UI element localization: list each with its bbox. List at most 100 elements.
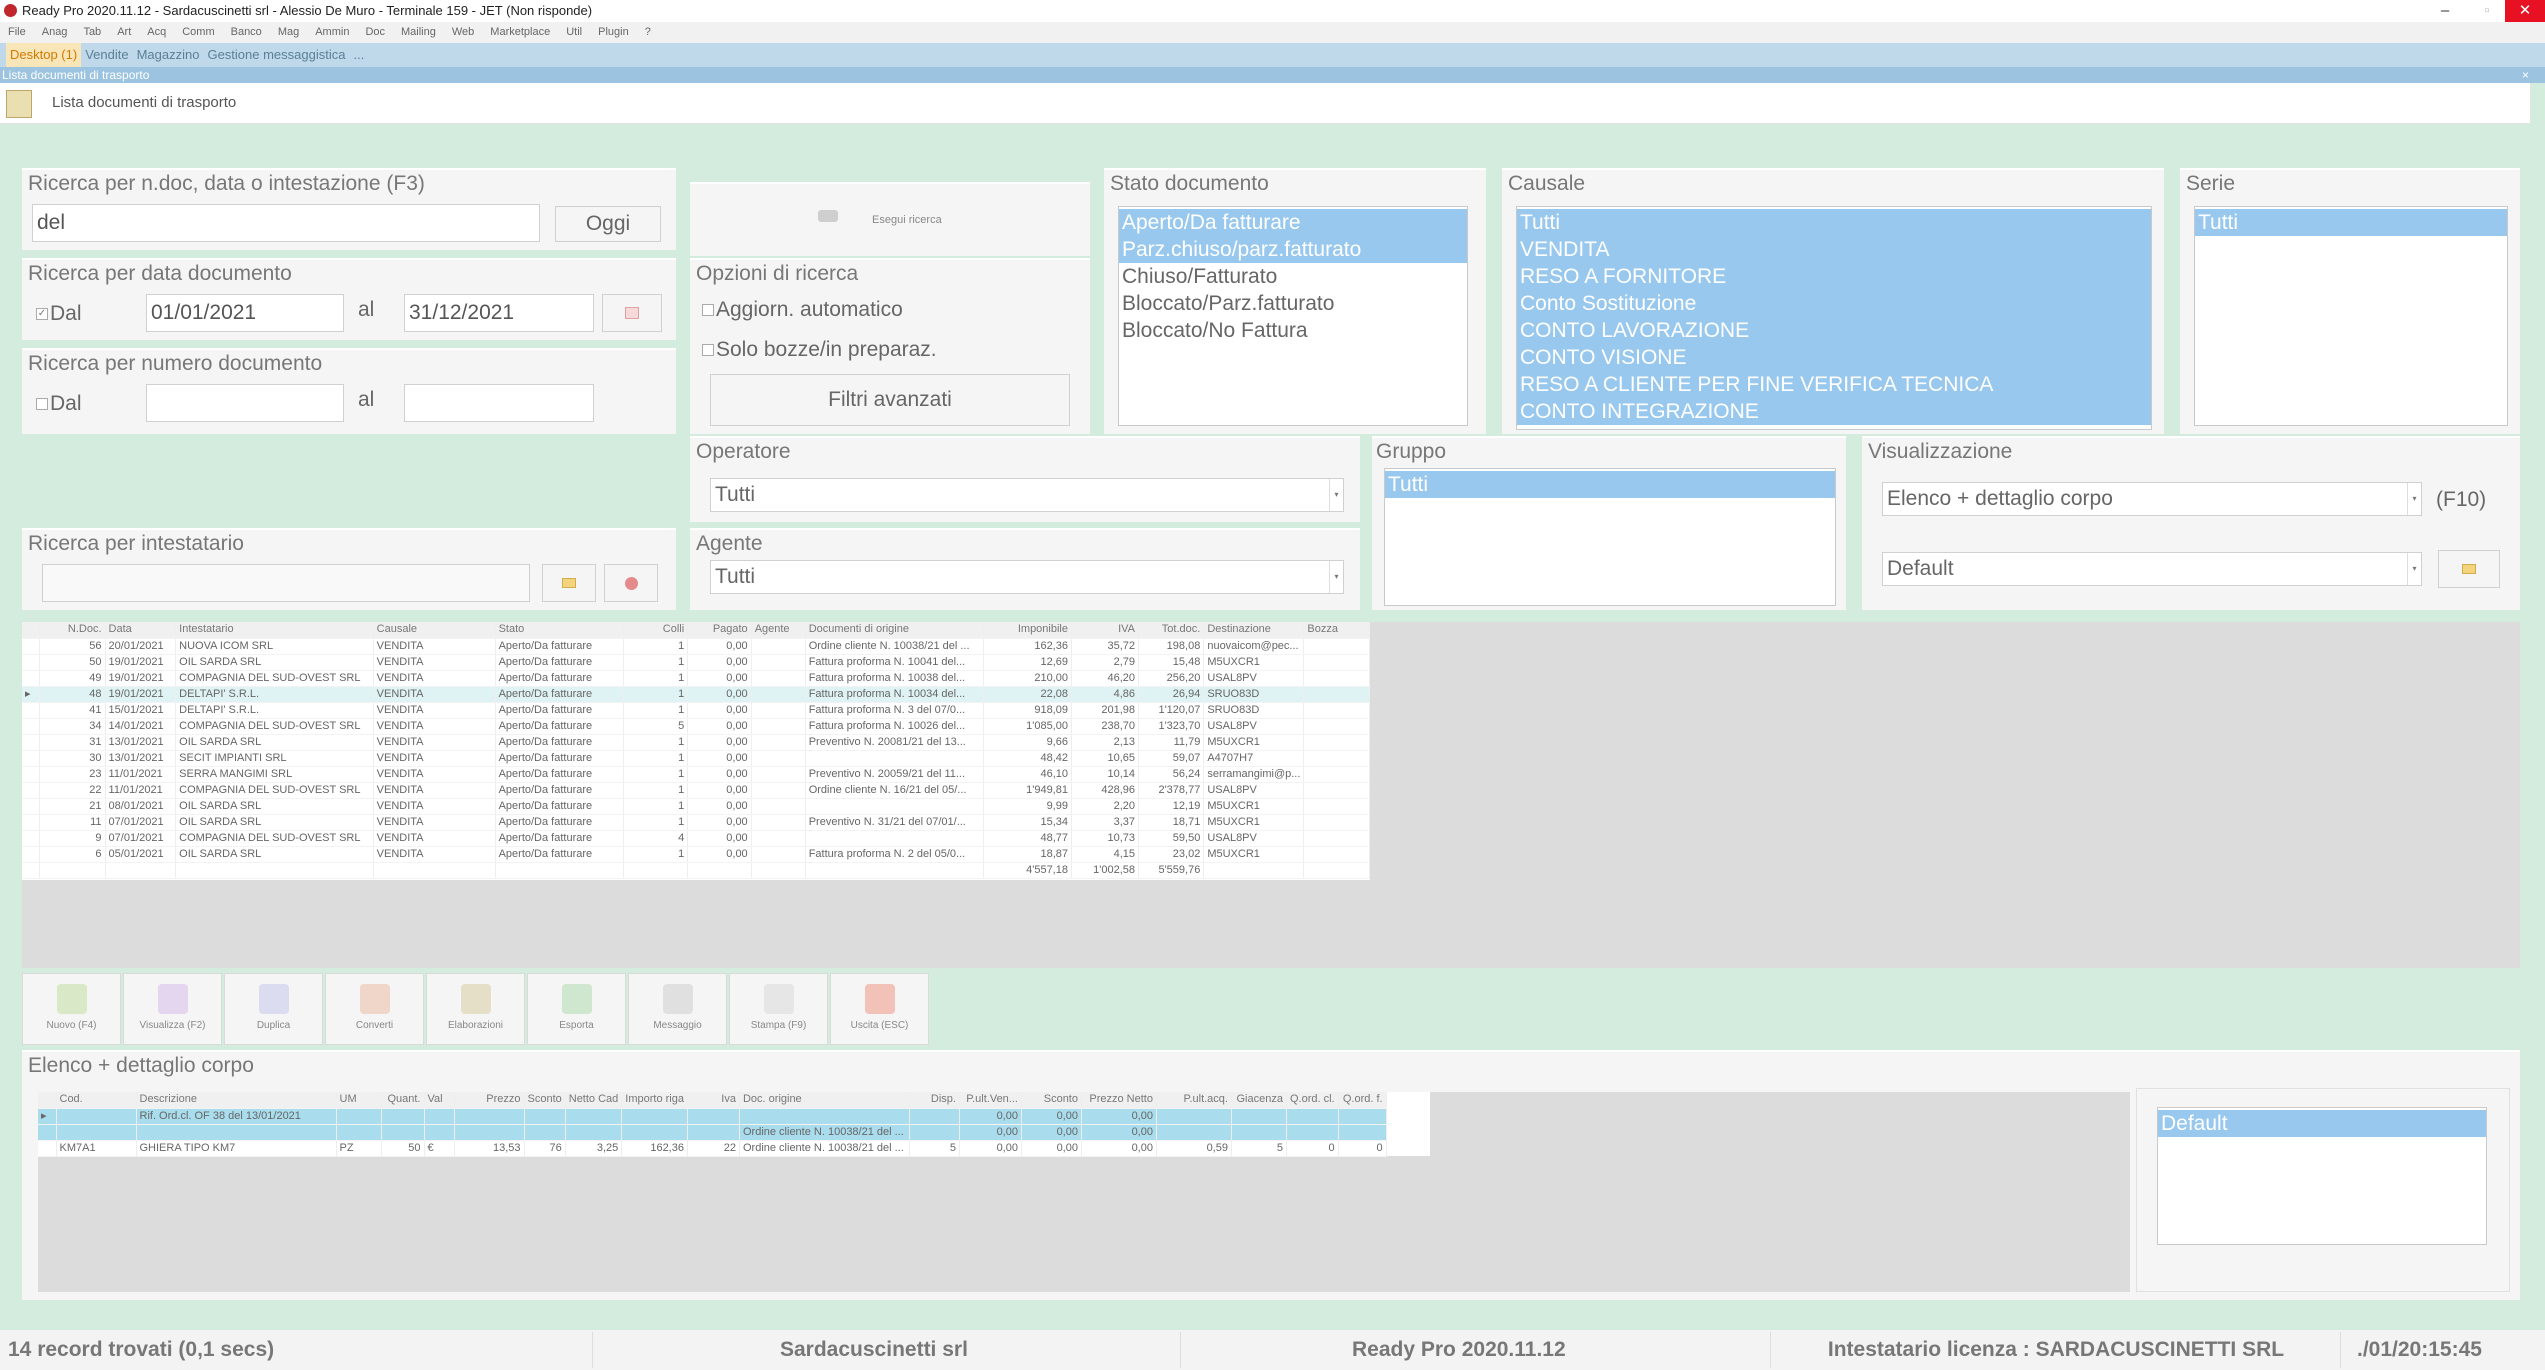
column-header[interactable]: Causale	[373, 622, 496, 639]
maximize-button[interactable]: ▫	[2467, 0, 2507, 22]
column-header[interactable]: Sconto	[1021, 1092, 1082, 1109]
column-header[interactable]: P.ult.Ven...	[959, 1092, 1022, 1109]
list-item[interactable]: RESO A CLIENTE PER FINE VERIFICA TECNICA	[1517, 371, 2151, 398]
menu-item-1[interactable]: Anag	[42, 26, 68, 38]
group-list[interactable]: Tutti	[1384, 468, 1836, 606]
view-mode-select[interactable]: Elenco + dettaglio corpo ▾	[1882, 482, 2422, 516]
menu-item-3[interactable]: Art	[117, 26, 131, 38]
table-row[interactable]: 21 08/01/2021 OIL SARDA SRL VENDITA Aperto/D…	[22, 798, 1370, 815]
documents-grid[interactable]: N.Doc. Data Intestatario Causale Stato Colli P…	[22, 622, 1370, 880]
menu-item-12[interactable]: Marketplace	[490, 26, 550, 38]
column-header[interactable]: Destinazione	[1203, 622, 1305, 639]
column-header[interactable]: Bozza	[1303, 622, 1370, 639]
toolbar-button-4[interactable]: Elaborazioni	[426, 973, 525, 1045]
serie-list[interactable]: Tutti	[2194, 206, 2508, 426]
list-item[interactable]: Tutti	[1385, 471, 1835, 498]
document-status-list[interactable]: Aperto/Da fatturare Parz.chiuso/parz.fatt…	[1118, 206, 1468, 426]
list-item[interactable]: VENDITA	[1517, 236, 2151, 263]
list-item[interactable]: Conto Sostituzione	[1517, 290, 2151, 317]
number-from-checkbox[interactable]: Dal	[36, 392, 82, 416]
list-item[interactable]: Tutti	[2195, 209, 2507, 236]
column-header[interactable]: Giacenza	[1231, 1092, 1287, 1109]
column-header[interactable]: Colli	[623, 622, 689, 639]
column-header[interactable]: Iva	[687, 1092, 740, 1109]
menu-item-10[interactable]: Mailing	[401, 26, 436, 38]
advanced-filters-button[interactable]: Filtri avanzati	[710, 374, 1070, 426]
view-layout-select[interactable]: Default ▾	[1882, 552, 2422, 586]
tab-0[interactable]: Desktop (1)	[6, 43, 82, 67]
table-row[interactable]: 50 19/01/2021 OIL SARDA SRL VENDITA Aperto/D…	[22, 654, 1370, 671]
column-header[interactable]: Pagato	[687, 622, 752, 639]
tab-3[interactable]: Gestione messaggistica	[203, 43, 349, 67]
menu-item-7[interactable]: Mag	[278, 26, 299, 38]
tab-2[interactable]: Magazzino	[133, 43, 204, 67]
column-header[interactable]: Tot.doc.	[1138, 622, 1205, 639]
list-item[interactable]: CONTO LAVORAZIONE	[1517, 317, 2151, 344]
table-row[interactable]: 56 20/01/2021 NUOVA ICOM SRL VENDITA Aperto/…	[22, 638, 1370, 655]
list-item[interactable]: Parz.chiuso/parz.fatturato	[1119, 236, 1467, 263]
list-item[interactable]: Bloccato/Parz.fatturato	[1119, 290, 1467, 317]
column-header[interactable]: Cod.	[56, 1092, 137, 1109]
list-item[interactable]: RESO A FORNITORE	[1517, 263, 2151, 290]
list-item[interactable]: Aperto/Da fatturare	[1119, 209, 1467, 236]
menu-item-4[interactable]: Acq	[147, 26, 166, 38]
column-header[interactable]: Prezzo Netto	[1081, 1092, 1157, 1109]
tab-4[interactable]: ...	[349, 43, 368, 67]
list-item[interactable]: CONTO VISIONE	[1517, 344, 2151, 371]
list-item[interactable]: Default	[2158, 1110, 2486, 1137]
table-row[interactable]: Ordine cliente N. 10038/21 del ... 0,00 0,…	[38, 1124, 1387, 1141]
table-row[interactable]: 41 15/01/2021 DELTAPI' S.R.L. VENDITA Aperto…	[22, 702, 1370, 719]
table-row[interactable]: KM7A1 GHIERA TIPO KM7 PZ 50 €13,53 76 3,25 162,…	[38, 1140, 1387, 1157]
menu-item-2[interactable]: Tab	[83, 26, 101, 38]
causale-list[interactable]: Tutti VENDITA RESO A FORNITORE Conto Sostit…	[1516, 206, 2152, 430]
date-to-input[interactable]: 31/12/2021	[404, 294, 594, 332]
column-header[interactable]: Q.ord. cl.	[1286, 1092, 1339, 1109]
column-header[interactable]: Val	[424, 1092, 455, 1109]
menu-item-5[interactable]: Comm	[182, 26, 214, 38]
column-header[interactable]: Intestatario	[175, 622, 374, 639]
table-row[interactable]: 11 07/01/2021 OIL SARDA SRL VENDITA Aperto/D…	[22, 814, 1370, 831]
close-button[interactable]: ✕	[2505, 0, 2545, 22]
column-header[interactable]: P.ult.acq.	[1156, 1092, 1232, 1109]
toolbar-button-6[interactable]: Messaggio	[628, 973, 727, 1045]
menu-item-11[interactable]: Web	[452, 26, 474, 38]
column-header[interactable]: Prezzo	[454, 1092, 525, 1109]
run-search-button[interactable]: Esegui ricerca	[690, 182, 1090, 256]
menu-item-0[interactable]: File	[8, 26, 26, 38]
toolbar-button-3[interactable]: Converti	[325, 973, 424, 1045]
column-header[interactable]: Doc. origine	[739, 1092, 910, 1109]
column-header[interactable]: Descrizione	[136, 1092, 337, 1109]
holder-input[interactable]	[42, 564, 530, 602]
table-row[interactable]: 34 14/01/2021 COMPAGNIA DEL SUD-OVEST SRL V…	[22, 718, 1370, 735]
drafts-only-checkbox[interactable]: Solo bozze/in preparaz.	[702, 338, 937, 362]
table-row[interactable]: 31 13/01/2021 OIL SARDA SRL VENDITA Aperto/D…	[22, 734, 1370, 751]
toolbar-button-0[interactable]: Nuovo (F4)	[22, 973, 121, 1045]
column-header[interactable]: Quant.	[381, 1092, 425, 1109]
holder-clear-button[interactable]	[604, 564, 658, 602]
column-header[interactable]: Documenti di origine	[805, 622, 985, 639]
date-from-input[interactable]: 01/01/2021	[146, 294, 344, 332]
table-row[interactable]: 23 11/01/2021 SERRA MANGIMI SRL VENDITA Aper…	[22, 766, 1370, 783]
column-header[interactable]: Imponibile	[983, 622, 1072, 639]
agent-select[interactable]: Tutti ▾	[710, 560, 1344, 594]
column-header[interactable]: Sconto	[524, 1092, 566, 1109]
column-header[interactable]: Agente	[751, 622, 806, 639]
menu-item-6[interactable]: Banco	[231, 26, 262, 38]
toolbar-button-2[interactable]: Duplica	[224, 973, 323, 1045]
column-header[interactable]: Q.ord. f.	[1338, 1092, 1387, 1109]
toolbar-button-8[interactable]: Uscita (ESC)	[830, 973, 929, 1045]
menu-item-15[interactable]: ?	[645, 26, 651, 38]
close-document-icon[interactable]: ×	[2522, 67, 2529, 83]
menu-item-8[interactable]: Ammin	[315, 26, 349, 38]
table-row[interactable]: 9 07/01/2021 COMPAGNIA DEL SUD-OVEST SRL VE…	[22, 830, 1370, 847]
detail-grid[interactable]: Cod. Descrizione UM Quant. Val Prezzo Sconto Ne…	[38, 1092, 1430, 1157]
column-header[interactable]: Stato	[495, 622, 625, 639]
column-header[interactable]: UM	[336, 1092, 382, 1109]
menu-item-14[interactable]: Plugin	[598, 26, 629, 38]
toolbar-button-5[interactable]: Esporta	[527, 973, 626, 1045]
column-header[interactable]: Netto Cad	[565, 1092, 623, 1109]
list-item[interactable]: CONTO INTEGRAZIONE	[1517, 398, 2151, 425]
calendar-button[interactable]	[602, 294, 662, 332]
table-row[interactable]: ▸ 48 19/01/2021 DELTAPI' S.R.L. VENDITA Apert…	[22, 686, 1370, 703]
list-item[interactable]: Bloccato/No Fattura	[1119, 317, 1467, 344]
